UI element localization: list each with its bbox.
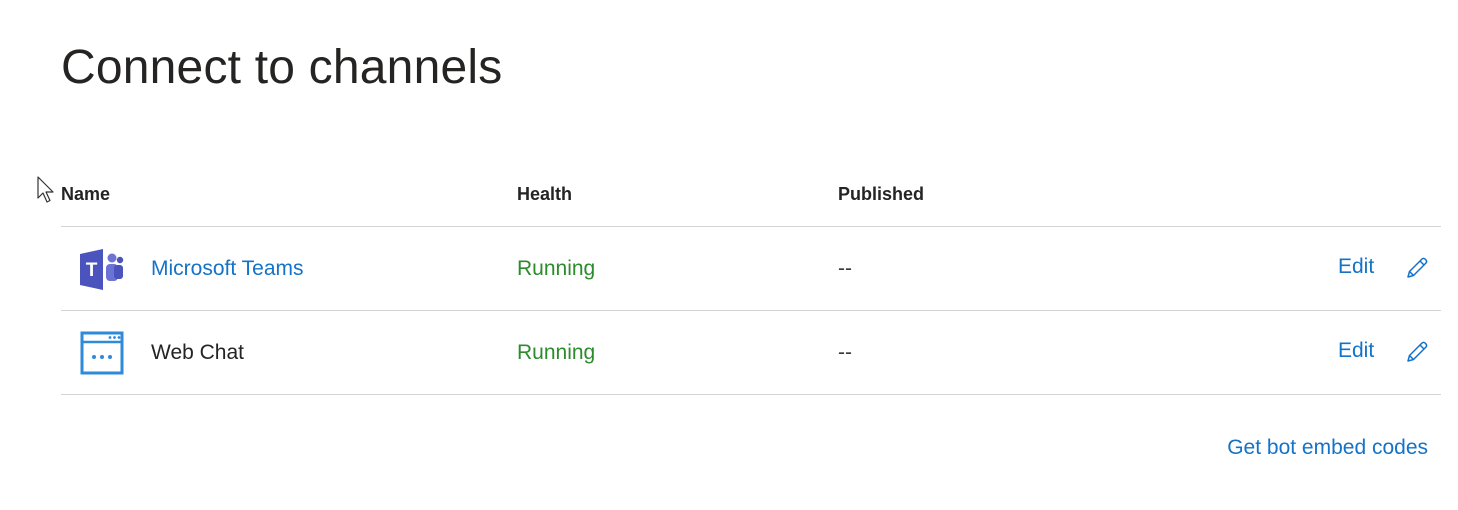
table-row-microsoft-teams: T Microsoft Teams Running -- Edit: [61, 227, 1441, 311]
edit-link[interactable]: Edit: [1338, 255, 1374, 279]
column-header-published[interactable]: Published: [838, 184, 924, 205]
table-header: Name Health Published: [61, 170, 1441, 227]
svg-text:T: T: [86, 260, 98, 281]
microsoft-teams-icon: T: [80, 249, 124, 290]
channels-table: Name Health Published T Microsoft Teams …: [61, 170, 1441, 395]
column-header-name[interactable]: Name: [61, 184, 110, 205]
pencil-icon[interactable]: [1404, 255, 1430, 281]
web-chat-icon: [80, 331, 124, 375]
edit-link[interactable]: Edit: [1338, 339, 1374, 363]
get-bot-embed-codes-link[interactable]: Get bot embed codes: [1227, 436, 1428, 460]
published-value: --: [838, 257, 852, 280]
published-value: --: [838, 341, 852, 364]
table-row-web-chat: Web Chat Running -- Edit: [61, 311, 1441, 395]
page-title: Connect to channels: [61, 41, 503, 94]
channel-name: Web Chat: [151, 341, 244, 364]
pencil-icon[interactable]: [1404, 339, 1430, 365]
channel-name-link[interactable]: Microsoft Teams: [151, 257, 304, 281]
health-status: Running: [517, 257, 596, 280]
mouse-cursor-icon: [37, 176, 54, 203]
column-header-health[interactable]: Health: [517, 184, 572, 205]
health-status: Running: [517, 341, 596, 364]
page: Connect to channels Name Health Publishe…: [0, 0, 1458, 510]
